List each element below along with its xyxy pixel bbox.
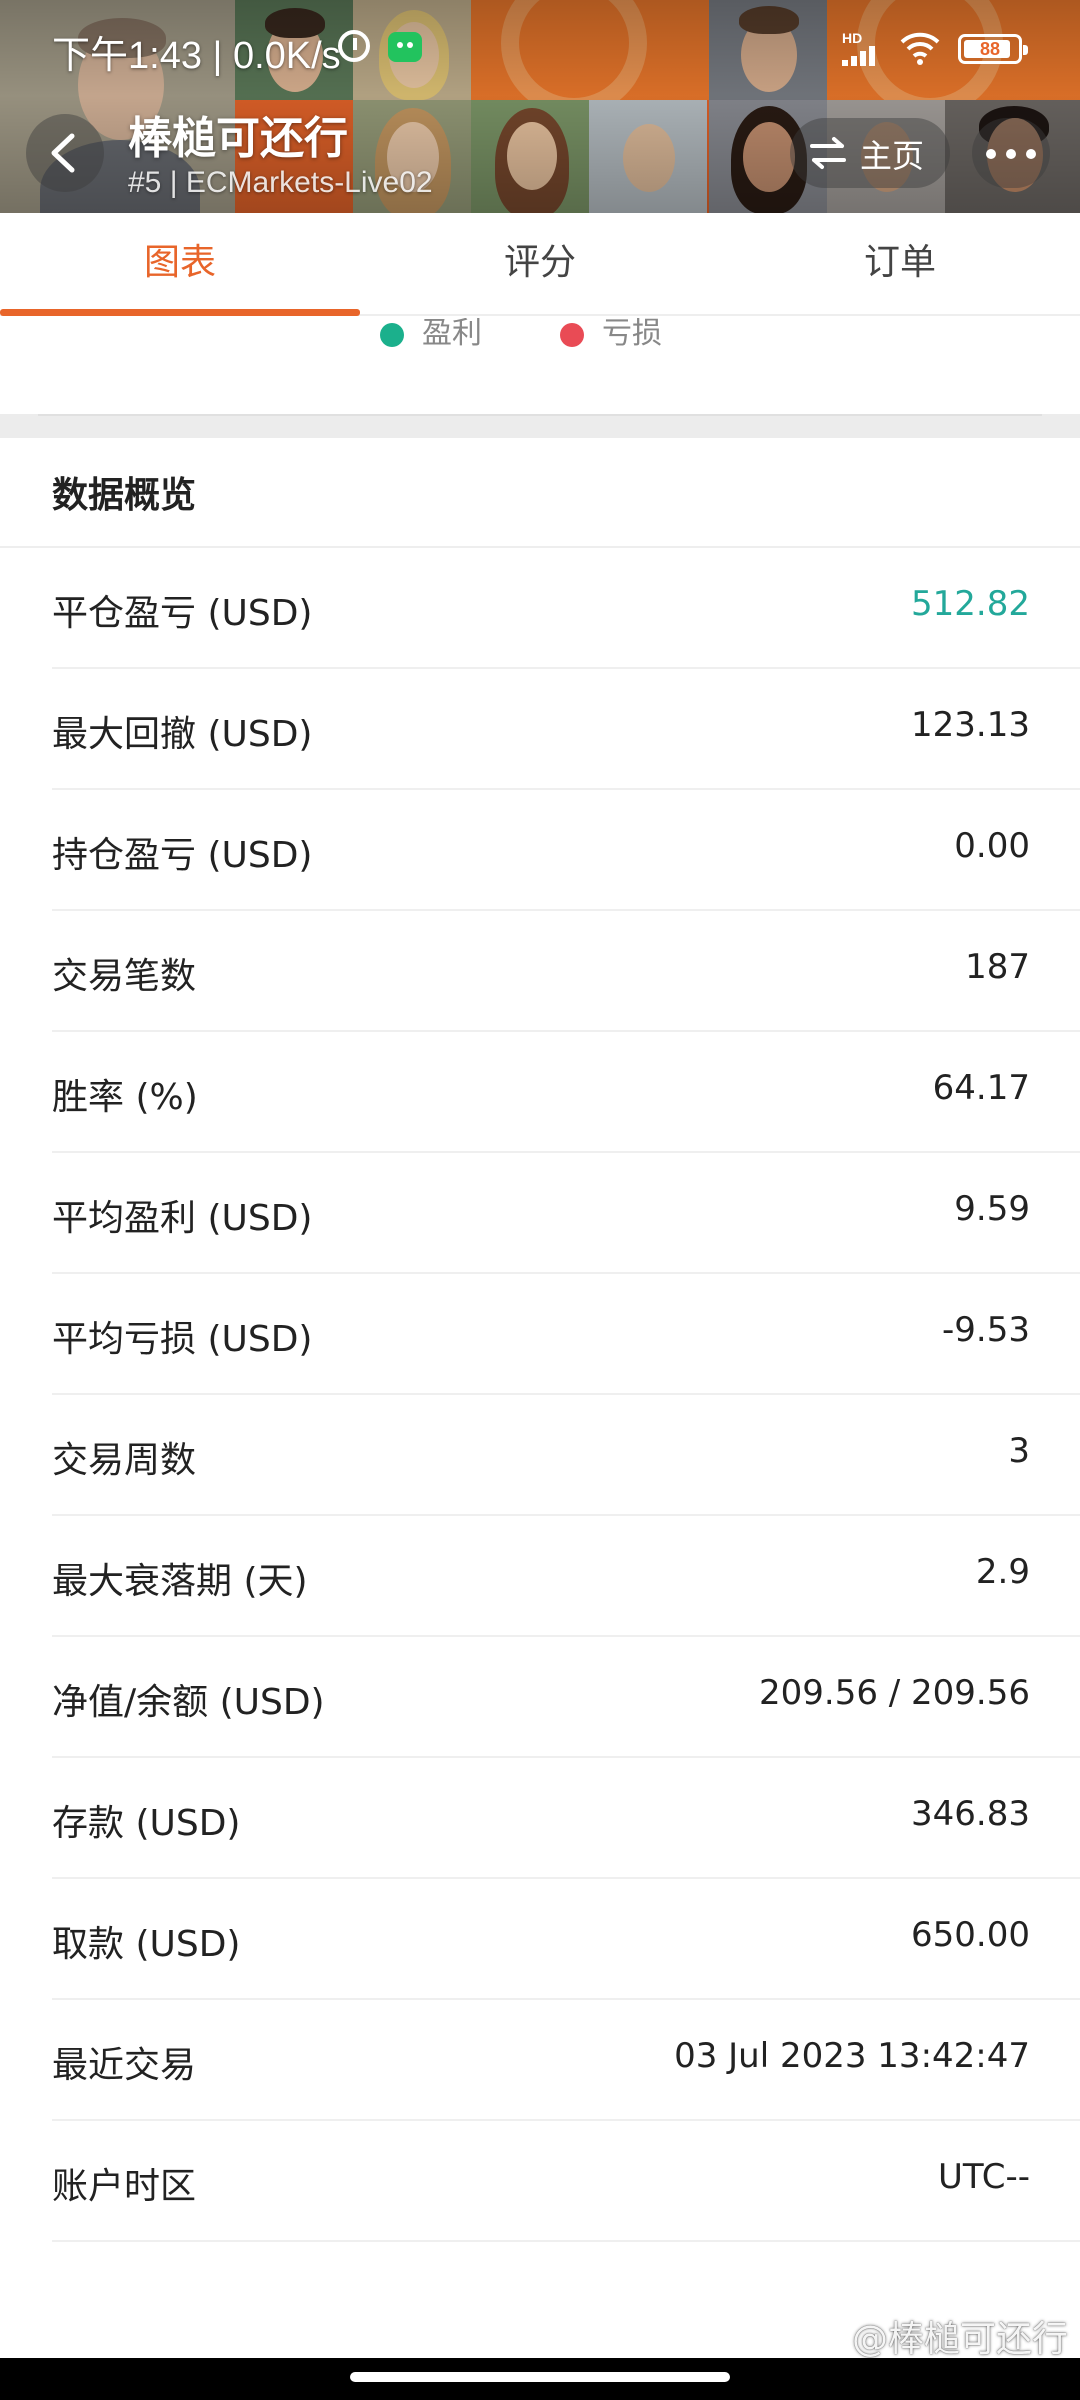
row-label: 账户时区 xyxy=(52,2166,197,2207)
list-item: 交易周数 3 xyxy=(0,1395,1080,1516)
row-value: 03 Jul 2023 13:42:47 xyxy=(674,2036,1030,2076)
chevron-left-icon xyxy=(51,133,75,173)
row-value: 123.13 xyxy=(911,705,1030,745)
list-item: 净值/余额 (USD) 209.56 / 209.56 xyxy=(0,1637,1080,1758)
row-value: 187 xyxy=(965,947,1030,987)
profit-dot-icon xyxy=(380,322,404,347)
battery-level: 88 xyxy=(979,39,1001,59)
tab-chart[interactable]: 图表 xyxy=(0,213,360,316)
active-tab-indicator xyxy=(0,309,360,316)
row-label: 胜率 (%) xyxy=(52,1077,198,1118)
signal-icon xyxy=(842,46,882,66)
row-value: 64.17 xyxy=(932,1068,1030,1108)
row-value: 3 xyxy=(1008,1431,1030,1471)
watermark: @棒槌可还行 xyxy=(851,2319,1068,2360)
alarm-icon xyxy=(338,30,370,62)
row-value: 9.59 xyxy=(954,1189,1030,1229)
hd-label: HD xyxy=(842,30,863,46)
row-label: 平仓盈亏 (USD) xyxy=(52,593,313,634)
tab-orders[interactable]: 订单 xyxy=(720,213,1080,316)
row-value: 346.83 xyxy=(911,1794,1030,1834)
list-item: 胜率 (%) 64.17 xyxy=(0,1032,1080,1153)
row-value: 0.00 xyxy=(954,826,1030,866)
home-button[interactable]: 主页 xyxy=(790,118,950,188)
home-indicator[interactable] xyxy=(350,2372,730,2382)
row-label: 交易笔数 xyxy=(52,956,197,997)
list-item: 最大衰落期 (天) 2.9 xyxy=(0,1516,1080,1637)
row-label: 最近交易 xyxy=(52,2045,197,2086)
section-divider xyxy=(0,414,1080,438)
row-label: 交易周数 xyxy=(52,1440,197,1481)
section-title: 数据概览 xyxy=(52,475,197,516)
row-value: -9.53 xyxy=(942,1310,1030,1350)
row-value: 2.9 xyxy=(975,1552,1030,1592)
list-item: 平均亏损 (USD) -9.53 xyxy=(0,1274,1080,1395)
back-button[interactable] xyxy=(26,114,104,192)
more-dots-icon xyxy=(986,149,996,159)
row-label: 平均亏损 (USD) xyxy=(52,1319,313,1360)
row-value: 512.82 xyxy=(911,584,1030,624)
account-subtitle: #5 | ECMarkets-Live02 xyxy=(128,166,433,199)
list-item: 平仓盈亏 (USD) 512.82 xyxy=(0,548,1080,669)
row-label: 取款 (USD) xyxy=(52,1924,241,1965)
row-label: 平均盈利 (USD) xyxy=(52,1198,313,1239)
legend-loss: 亏损 xyxy=(560,318,662,352)
list-item: 最大回撤 (USD) 123.13 xyxy=(0,669,1080,790)
list-item: 交易笔数 187 xyxy=(0,911,1080,1032)
row-label: 持仓盈亏 (USD) xyxy=(52,835,313,876)
row-label: 净值/余额 (USD) xyxy=(52,1682,325,1723)
legend-loss-label: 亏损 xyxy=(602,318,662,351)
status-bar: 下午1:43 | 0.0K/s HD 88 xyxy=(0,0,1080,96)
status-time: 下午1:43 | 0.0K/s xyxy=(52,35,341,77)
more-button[interactable] xyxy=(972,118,1050,188)
list-item: 账户时区 UTC-- xyxy=(0,2121,1080,2242)
list-item: 存款 (USD) 346.83 xyxy=(0,1758,1080,1879)
list-item: 最近交易 03 Jul 2023 13:42:47 xyxy=(0,2000,1080,2121)
row-label: 最大衰落期 (天) xyxy=(52,1561,308,1602)
app-header: 下午1:43 | 0.0K/s HD 88 棒槌可还行 #5 | ECMarke… xyxy=(0,0,1080,213)
list-item: 平均盈利 (USD) 9.59 xyxy=(0,1153,1080,1274)
legend-profit: 盈利 xyxy=(380,318,482,352)
list-item: 持仓盈亏 (USD) 0.00 xyxy=(0,790,1080,911)
row-label: 存款 (USD) xyxy=(52,1803,241,1844)
battery-icon: 88 xyxy=(958,34,1028,64)
list-item: 取款 (USD) 650.00 xyxy=(0,1879,1080,2000)
legend-profit-label: 盈利 xyxy=(422,318,482,351)
tab-bar: 图表 评分 订单 xyxy=(0,213,1080,316)
chart-legend: 盈利 亏损 xyxy=(0,318,1080,408)
wechat-icon xyxy=(388,32,422,62)
wifi-icon xyxy=(900,30,940,66)
row-label: 最大回撤 (USD) xyxy=(52,714,313,755)
home-label: 主页 xyxy=(860,137,925,175)
tab-score[interactable]: 评分 xyxy=(360,213,720,316)
page-title: 棒槌可还行 xyxy=(128,113,348,164)
overview-list: 平仓盈亏 (USD) 512.82 最大回撤 (USD) 123.13 持仓盈亏… xyxy=(0,548,1080,2242)
row-value: UTC-- xyxy=(938,2157,1030,2197)
row-value: 650.00 xyxy=(911,1915,1030,1955)
row-value: 209.56 / 209.56 xyxy=(758,1673,1030,1713)
loss-dot-icon xyxy=(560,322,584,347)
switch-arrows-icon xyxy=(810,137,846,169)
